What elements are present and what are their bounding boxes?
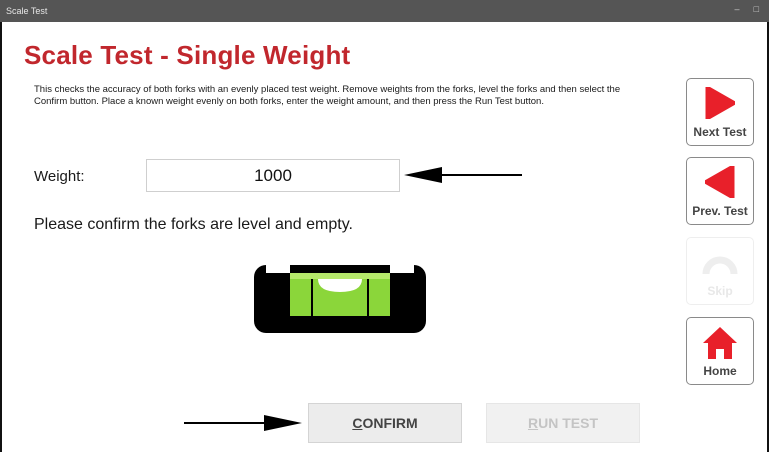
confirm-label: ONFIRM (362, 415, 418, 431)
maximize-button[interactable]: □ (754, 4, 759, 14)
play-left-icon (705, 166, 735, 198)
weight-label: Weight: (34, 168, 85, 185)
prev-test-button[interactable]: Prev. Test (686, 157, 754, 225)
instructions-text: This checks the accuracy of both forks w… (34, 84, 621, 107)
weight-input[interactable] (146, 159, 400, 192)
confirm-mnemonic: C (352, 415, 363, 431)
home-label: Home (703, 364, 737, 378)
play-right-icon (705, 87, 735, 119)
prev-test-label: Prev. Test (692, 204, 748, 218)
next-test-button[interactable]: Next Test (686, 78, 754, 146)
page-title: Scale Test - Single Weight (24, 40, 351, 70)
confirm-button[interactable]: C ONFIRM (308, 403, 462, 443)
confirm-arrow-icon (184, 415, 302, 431)
confirm-message: Please confirm the forks are level and e… (34, 216, 353, 233)
run-test-label: UN TEST (538, 415, 598, 431)
home-icon (703, 327, 737, 359)
spirit-level-icon (254, 265, 426, 333)
home-button[interactable]: Home (686, 317, 754, 385)
window-titlebar: Scale Test – □ (0, 0, 769, 22)
window-title: Scale Test (6, 6, 48, 16)
minimize-button[interactable]: – (735, 4, 740, 14)
skip-label: Skip (707, 284, 733, 298)
run-test-button[interactable]: R UN TEST (486, 403, 640, 443)
weight-arrow-icon (404, 167, 522, 183)
skip-gauge-icon (702, 256, 738, 275)
skip-button[interactable]: Skip (686, 237, 754, 305)
next-test-label: Next Test (693, 125, 747, 139)
run-test-mnemonic: R (527, 415, 539, 431)
